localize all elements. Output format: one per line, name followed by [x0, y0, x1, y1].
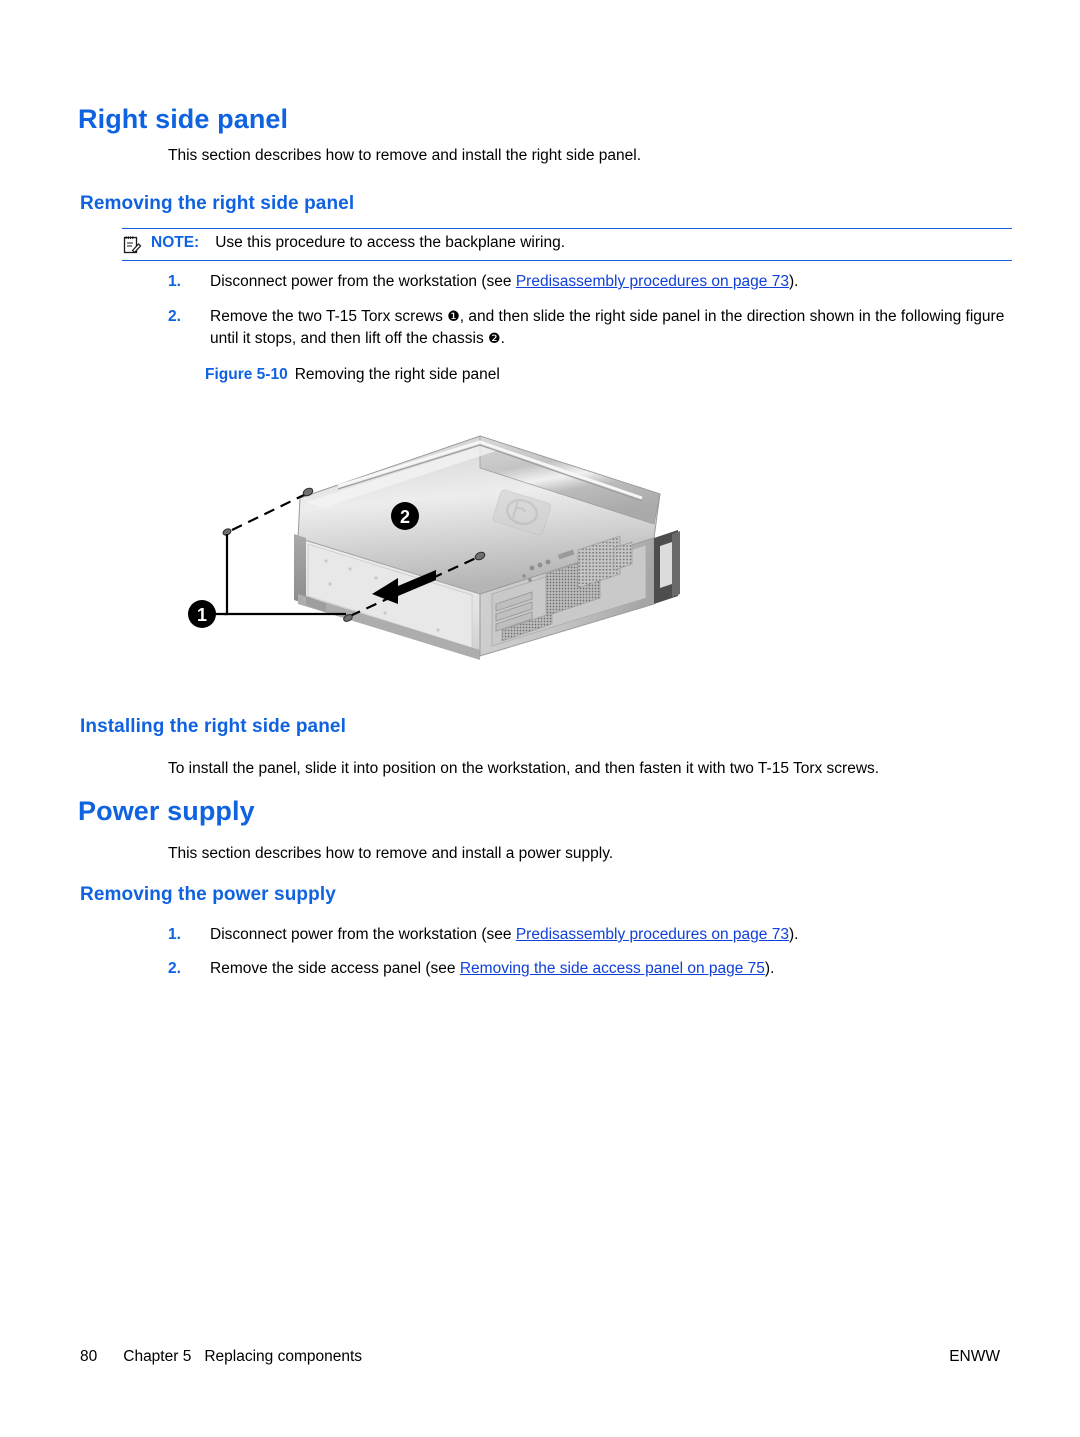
figure-label: Figure 5-10	[205, 366, 288, 383]
step-text: Remove the two T-15 Torx screws ❶, and t…	[210, 306, 1018, 350]
step-text-segment: Remove the two T-15 Torx screws	[210, 308, 448, 325]
step-text-segment: , and then slide the right side panel in…	[459, 308, 871, 325]
figure-workstation-right-side-panel: 2 1	[180, 398, 740, 698]
note-box: NOTE: Use this procedure to access the b…	[122, 228, 1012, 261]
step-number: 1.	[168, 273, 181, 290]
step-number: 2.	[168, 308, 181, 325]
svg-text:1: 1	[197, 605, 207, 625]
footer-left-group: 80 Chapter 5 Replacing components	[80, 1348, 362, 1366]
subheading-removing-right-side-panel: Removing the right side panel	[80, 193, 355, 214]
note-clipboard-pencil-icon	[122, 235, 142, 255]
list-item: 2. Remove the side access panel (see Rem…	[168, 958, 1028, 980]
figure-caption: Figure 5-10 Removing the right side panel	[205, 366, 500, 384]
figure-callout-1: 1	[188, 600, 216, 628]
installing-paragraph: To install the panel, slide it into posi…	[168, 760, 880, 777]
callout-marker-1: ❶	[447, 309, 460, 325]
subheading-installing-right-side-panel: Installing the right side panel	[80, 716, 346, 737]
workstation-illustration: 2 1	[188, 435, 680, 660]
page-title-right-side-panel: Right side panel	[78, 104, 289, 134]
step-text-prefix: Disconnect power from the workstation (s…	[210, 926, 516, 943]
link-removing-side-access-panel[interactable]: Removing the side access panel on page 7…	[460, 960, 765, 977]
step-text-suffix: ).	[788, 926, 799, 943]
note-text: Use this procedure to access the backpla…	[215, 234, 566, 251]
note-label: NOTE:	[151, 234, 200, 251]
footer-chapter-label: Chapter 5	[123, 1348, 192, 1365]
link-predisassembly-procedures[interactable]: Predisassembly procedures on page 73	[516, 273, 789, 290]
list-item: 1. Disconnect power from the workstation…	[168, 924, 1028, 946]
footer-locale-code: ENWW	[949, 1348, 1000, 1365]
svg-text:2: 2	[400, 507, 410, 527]
step-number: 2.	[168, 960, 181, 977]
page-footer: 80 Chapter 5 Replacing components ENWW	[80, 1348, 1000, 1366]
step-text-prefix: Remove the side access panel (see	[210, 960, 460, 977]
step-text-segment: .	[500, 330, 505, 347]
document-page: Right side panel This section describes …	[0, 0, 1080, 1437]
footer-page-number: 80	[80, 1348, 98, 1365]
link-predisassembly-procedures[interactable]: Predisassembly procedures on page 73	[516, 926, 789, 943]
step-text-suffix: ).	[764, 960, 775, 977]
step-text: Disconnect power from the workstation (s…	[210, 924, 798, 946]
intro-paragraph-power-supply: This section describes how to remove and…	[168, 845, 614, 862]
figure-caption-text: Removing the right side panel	[294, 366, 500, 383]
footer-chapter-title: Replacing components	[204, 1348, 363, 1365]
figure-callout-2: 2	[391, 502, 419, 530]
page-title-power-supply: Power supply	[78, 796, 255, 826]
list-item: 2. Remove the two T-15 Torx screws ❶, an…	[168, 306, 1018, 350]
subheading-removing-power-supply: Removing the power supply	[80, 884, 336, 905]
step-text-suffix: ).	[788, 273, 799, 290]
step-text: Disconnect power from the workstation (s…	[210, 271, 798, 293]
step-text: Remove the side access panel (see Removi…	[210, 958, 774, 980]
step-number: 1.	[168, 926, 181, 943]
intro-paragraph-right-side-panel: This section describes how to remove and…	[168, 147, 641, 164]
callout-marker-2: ❷	[488, 331, 501, 347]
step-text-prefix: Disconnect power from the workstation (s…	[210, 273, 516, 290]
list-item: 1. Disconnect power from the workstation…	[168, 271, 1028, 293]
